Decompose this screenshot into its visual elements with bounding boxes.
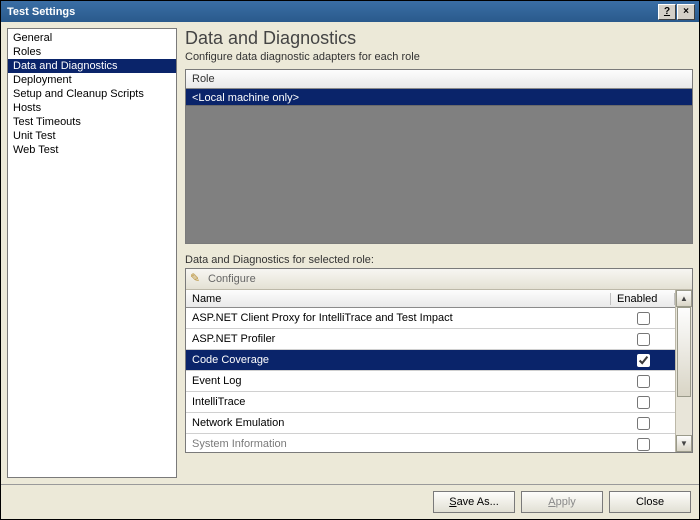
- apply-button[interactable]: Apply: [521, 491, 603, 513]
- close-button[interactable]: Close: [609, 491, 691, 513]
- sidebar-item-general[interactable]: General: [8, 31, 176, 45]
- sidebar-item-web-test[interactable]: Web Test: [8, 143, 176, 157]
- enabled-checkbox[interactable]: [637, 312, 650, 325]
- grid-cell-name: ASP.NET Client Proxy for IntelliTrace an…: [186, 312, 611, 324]
- enabled-checkbox[interactable]: [637, 417, 650, 430]
- grid-row[interactable]: Network Emulation: [186, 413, 675, 434]
- grid-header: Name Enabled: [186, 290, 675, 308]
- grid-cell-enabled: [611, 417, 675, 430]
- grid-cell-enabled: [611, 312, 675, 325]
- grid-cell-enabled: [611, 375, 675, 388]
- sidebar-item-deployment[interactable]: Deployment: [8, 73, 176, 87]
- grid-cell-name: ASP.NET Profiler: [186, 333, 611, 345]
- grid-row[interactable]: ASP.NET Profiler: [186, 329, 675, 350]
- sidebar-item-test-timeouts[interactable]: Test Timeouts: [8, 115, 176, 129]
- configure-button[interactable]: Configure: [208, 273, 256, 285]
- grid-cell-enabled: [611, 396, 675, 409]
- scroll-thumb[interactable]: [677, 307, 691, 397]
- grid-cell-enabled: [611, 354, 675, 367]
- column-name-header[interactable]: Name: [186, 293, 611, 305]
- grid-cell-name: System Information: [186, 438, 611, 450]
- sidebar-item-hosts[interactable]: Hosts: [8, 101, 176, 115]
- diagnostics-label: Data and Diagnostics for selected role:: [185, 254, 693, 266]
- scroll-down-button[interactable]: ▼: [676, 435, 692, 452]
- grid-row[interactable]: Event Log: [186, 371, 675, 392]
- sidebar-item-setup-and-cleanup-scripts[interactable]: Setup and Cleanup Scripts: [8, 87, 176, 101]
- role-column-header[interactable]: Role: [186, 70, 692, 89]
- grid-row[interactable]: ASP.NET Client Proxy for IntelliTrace an…: [186, 308, 675, 329]
- scroll-up-button[interactable]: ▲: [676, 290, 692, 307]
- role-row-local-machine[interactable]: <Local machine only>: [186, 89, 692, 106]
- grid-row[interactable]: Code Coverage: [186, 350, 675, 371]
- vertical-scrollbar[interactable]: ▲ ▼: [675, 290, 692, 452]
- enabled-checkbox[interactable]: [637, 396, 650, 409]
- role-list[interactable]: Role <Local machine only>: [185, 69, 693, 244]
- window-buttons: ? ×: [657, 4, 695, 20]
- diagnostics-toolbar: Configure: [186, 269, 692, 290]
- content-area: GeneralRolesData and DiagnosticsDeployme…: [1, 22, 699, 484]
- diagnostics-box: Configure Name Enabled ASP.NET Client Pr…: [185, 268, 693, 453]
- sidebar-item-roles[interactable]: Roles: [8, 45, 176, 59]
- dialog-footer: Save As... Apply Close: [1, 484, 699, 519]
- help-button[interactable]: ?: [658, 4, 676, 20]
- grid-cell-enabled: [611, 438, 675, 451]
- grid-row[interactable]: IntelliTrace: [186, 392, 675, 413]
- grid-cell-name: IntelliTrace: [186, 396, 611, 408]
- enabled-checkbox[interactable]: [637, 354, 650, 367]
- column-enabled-header[interactable]: Enabled: [611, 293, 675, 305]
- grid-cell-enabled: [611, 333, 675, 346]
- window-title: Test Settings: [7, 6, 657, 18]
- grid-cell-name: Code Coverage: [186, 354, 611, 366]
- configure-icon: [190, 272, 204, 286]
- main-pane: Data and Diagnostics Configure data diag…: [185, 28, 693, 478]
- sidebar-item-unit-test[interactable]: Unit Test: [8, 129, 176, 143]
- enabled-checkbox[interactable]: [637, 438, 650, 451]
- title-bar: Test Settings ? ×: [1, 1, 699, 22]
- save-as-button[interactable]: Save As...: [433, 491, 515, 513]
- diagnostics-grid: Name Enabled ASP.NET Client Proxy for In…: [186, 290, 692, 452]
- scroll-track[interactable]: [676, 307, 692, 435]
- grid-cell-name: Network Emulation: [186, 417, 611, 429]
- page-title: Data and Diagnostics: [185, 28, 693, 49]
- page-subtitle: Configure data diagnostic adapters for e…: [185, 51, 693, 63]
- sidebar-item-data-and-diagnostics[interactable]: Data and Diagnostics: [8, 59, 176, 73]
- section-list[interactable]: GeneralRolesData and DiagnosticsDeployme…: [7, 28, 177, 478]
- enabled-checkbox[interactable]: [637, 375, 650, 388]
- grid-row[interactable]: System Information: [186, 434, 675, 452]
- close-window-button[interactable]: ×: [677, 4, 695, 20]
- enabled-checkbox[interactable]: [637, 333, 650, 346]
- grid-cell-name: Event Log: [186, 375, 611, 387]
